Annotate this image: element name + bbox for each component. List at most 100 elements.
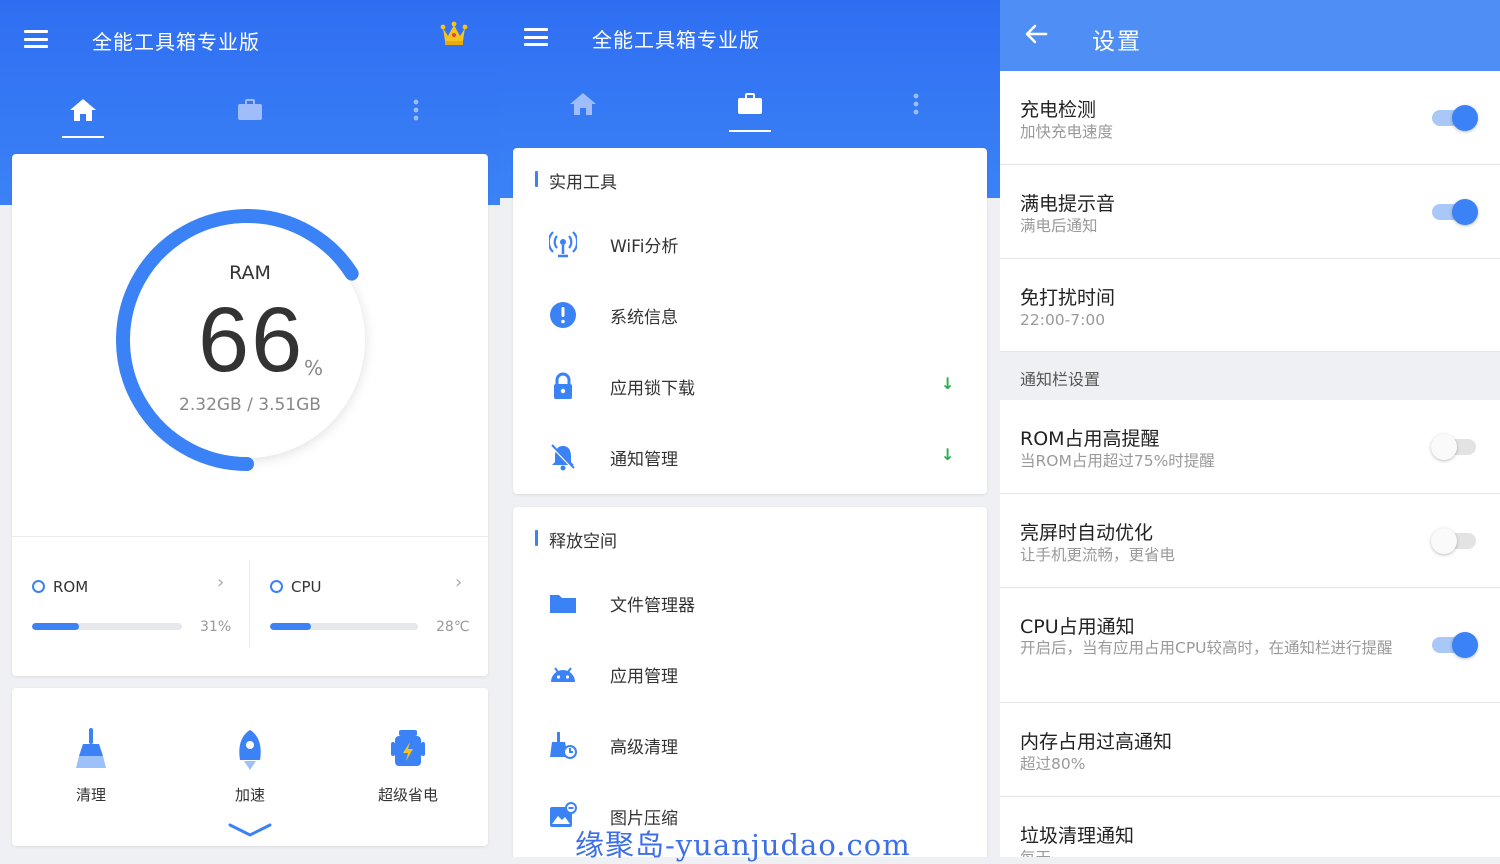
tab-home[interactable] — [558, 76, 608, 132]
setting-cpu-notify[interactable]: CPU占用通知 开启后，当有应用占用CPU较高时，在通知栏进行提醒 — [1000, 588, 1500, 703]
tool-label: 系统信息 — [610, 308, 678, 328]
settings-header: 设置 — [1000, 0, 1500, 71]
tool-label: 文件管理器 — [610, 596, 695, 616]
setting-auto-optimize[interactable]: 亮屏时自动优化 让手机更流畅，更省电 — [1000, 494, 1500, 588]
setting-subtitle: 当ROM占用超过75%时提醒 — [1020, 452, 1215, 470]
download-icon[interactable]: ↓ — [941, 445, 954, 464]
setting-subtitle: 加快充电速度 — [1020, 123, 1114, 141]
group-header: 通知栏设置 — [1000, 352, 1500, 400]
cpu-label: CPU — [291, 578, 322, 596]
setting-subtitle: 每天 — [1020, 848, 1420, 857]
app-title: 全能工具箱专业版 — [92, 30, 260, 54]
tab-tools[interactable] — [225, 82, 275, 138]
broom-icon — [76, 728, 106, 768]
setting-subtitle: 满电后通知 — [1020, 217, 1098, 235]
tab-bar — [500, 76, 1000, 132]
setting-junk-notify[interactable]: 垃圾清理通知 每天 — [1000, 797, 1500, 857]
power-save-button[interactable]: 超级省电 — [358, 728, 458, 805]
home-icon — [70, 99, 96, 121]
setting-memory-notify[interactable]: 内存占用过高通知 超过80% — [1000, 703, 1500, 797]
android-icon — [551, 667, 575, 682]
cpu-notify-toggle[interactable] — [1432, 632, 1478, 658]
cpu-value: 28℃ — [436, 619, 470, 635]
divider — [12, 536, 488, 537]
setting-dnd-time[interactable]: 免打扰时间 22:00-7:00 — [1000, 259, 1500, 352]
tools-screen: 全能工具箱专业版 实用工具 WiFi分析 系统信息 应用锁下载 ↓ 通知管理 ↓… — [500, 0, 1000, 857]
chevron-right-icon: › — [217, 572, 225, 593]
setting-title: 充电检测 — [1020, 99, 1097, 121]
watermark: 缘聚岛-yuanjudao.com — [575, 828, 911, 862]
wifi-antenna-icon — [549, 231, 577, 258]
setting-title: CPU占用通知 — [1020, 616, 1135, 638]
app-title: 全能工具箱专业版 — [592, 28, 760, 52]
info-icon — [550, 302, 576, 328]
tool-wifi-analysis[interactable]: WiFi分析 — [513, 214, 987, 274]
utility-tools-card: 实用工具 WiFi分析 系统信息 应用锁下载 ↓ 通知管理 ↓ — [513, 148, 987, 494]
bell-off-icon — [550, 444, 576, 471]
rocket-icon — [239, 730, 261, 770]
more-icon — [413, 99, 419, 121]
section-title: 实用工具 — [535, 168, 617, 193]
download-icon[interactable]: ↓ — [941, 374, 954, 393]
briefcase-icon — [738, 93, 762, 114]
tool-system-info[interactable]: 系统信息 — [513, 285, 987, 345]
setting-title: 免打扰时间 — [1020, 287, 1116, 309]
rom-dot-icon — [32, 580, 45, 593]
setting-subtitle: 超过80% — [1020, 755, 1086, 773]
section-title: 释放空间 — [535, 527, 617, 552]
setting-title: 满电提示音 — [1020, 193, 1116, 215]
ram-percent-value: 66 — [198, 289, 305, 391]
power-save-label: 超级省电 — [377, 786, 438, 804]
cpu-progress-bar — [270, 623, 418, 630]
free-space-card: 释放空间 文件管理器 应用管理 高级清理 图片压缩 — [513, 507, 987, 857]
tool-label: 高级清理 — [610, 738, 678, 758]
briefcase-icon — [238, 99, 262, 120]
settings-title: 设置 — [1092, 29, 1142, 55]
menu-icon[interactable] — [24, 30, 48, 48]
folder-icon — [550, 595, 576, 613]
settings-screen: 设置 充电检测 加快充电速度 满电提示音 满电后通知 免打扰时间 22:00-7… — [1000, 0, 1500, 857]
home-screen: 全能工具箱专业版 RAM 66 % 2.32GB / 3.51GB ROM › … — [0, 0, 500, 857]
charge-detect-toggle[interactable] — [1432, 105, 1478, 131]
tab-tools[interactable] — [725, 76, 775, 132]
tab-home[interactable] — [58, 82, 108, 138]
setting-subtitle: 22:00-7:00 — [1020, 311, 1106, 329]
tool-file-manager[interactable]: 文件管理器 — [513, 573, 987, 633]
menu-icon[interactable] — [524, 28, 548, 46]
rom-alert-toggle[interactable] — [1431, 434, 1476, 460]
crown-icon[interactable] — [440, 20, 468, 46]
tool-label: 应用锁下载 — [610, 379, 695, 399]
setting-title: 垃圾清理通知 — [1020, 825, 1135, 847]
lock-icon — [554, 372, 572, 399]
speedup-button[interactable]: 加速 — [200, 728, 300, 805]
divider — [249, 560, 250, 648]
clean-button[interactable]: 清理 — [41, 728, 141, 805]
ram-usage: 2.32GB / 3.51GB — [179, 395, 321, 415]
setting-charge-detect[interactable]: 充电检测 加快充电速度 — [1000, 71, 1500, 165]
setting-subtitle: 开启后，当有应用占用CPU较高时，在通知栏进行提醒 — [1020, 639, 1393, 657]
tool-app-lock[interactable]: 应用锁下载 ↓ — [513, 356, 987, 416]
setting-title: 内存占用过高通知 — [1020, 731, 1173, 753]
back-arrow-icon[interactable] — [1024, 22, 1048, 46]
cpu-dot-icon — [270, 580, 283, 593]
tool-deep-clean[interactable]: 高级清理 — [513, 715, 987, 775]
setting-full-charge-sound[interactable]: 满电提示音 满电后通知 — [1000, 165, 1500, 259]
tool-label: WiFi分析 — [610, 237, 679, 257]
tool-notification-manager[interactable]: 通知管理 ↓ — [513, 427, 987, 487]
tab-more[interactable] — [391, 82, 441, 138]
broom-clean-icon — [550, 732, 577, 759]
image-icon — [550, 802, 577, 827]
tab-more[interactable] — [891, 76, 941, 132]
rom-value: 31% — [200, 619, 232, 635]
setting-title: ROM占用高提醒 — [1020, 428, 1160, 450]
setting-subtitle: 让手机更流畅，更省电 — [1020, 546, 1176, 564]
setting-rom-alert[interactable]: ROM占用高提醒 当ROM占用超过75%时提醒 — [1000, 400, 1500, 494]
battery-robot-icon — [391, 730, 425, 766]
home-icon — [570, 93, 596, 115]
tool-label: 通知管理 — [610, 450, 678, 470]
full-charge-sound-toggle[interactable] — [1432, 199, 1478, 225]
tab-bar — [0, 82, 500, 138]
expand-chevron-icon[interactable] — [228, 823, 272, 837]
auto-optimize-toggle[interactable] — [1431, 528, 1476, 554]
tool-app-manager[interactable]: 应用管理 — [513, 644, 987, 704]
